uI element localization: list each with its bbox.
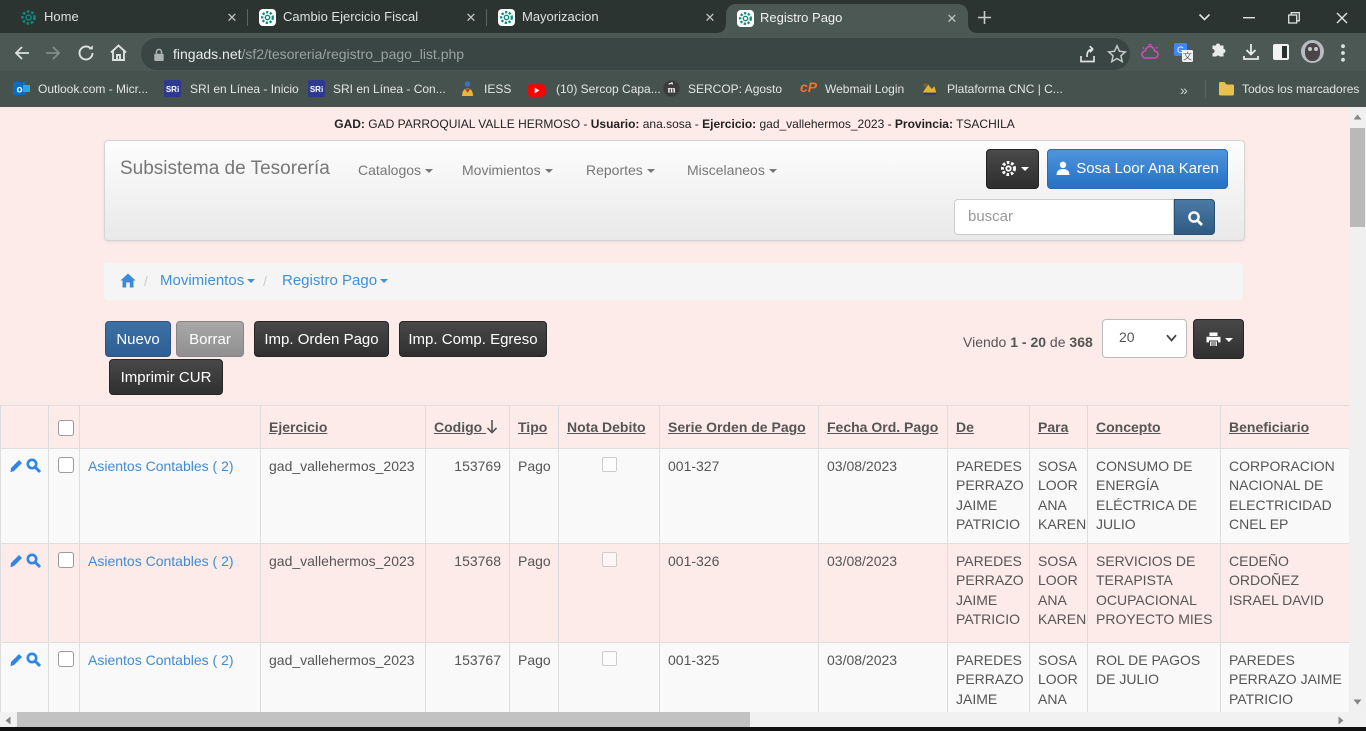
svg-text:m: m: [668, 85, 676, 95]
svg-text:文: 文: [1183, 51, 1192, 62]
svg-text:SRi: SRi: [310, 85, 323, 94]
svg-text:o: o: [16, 85, 22, 96]
svg-text:SRi: SRi: [166, 85, 179, 94]
